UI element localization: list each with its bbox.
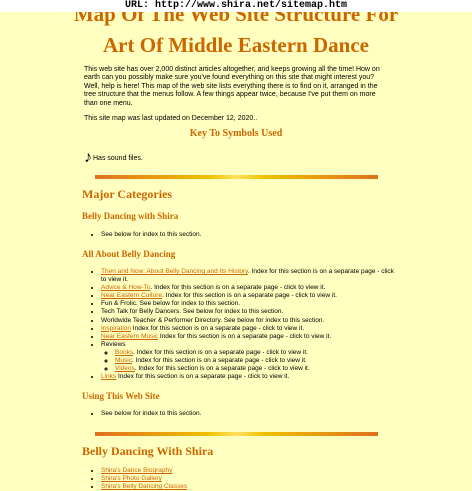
links-link[interactable]: Links (101, 373, 116, 380)
belly-dancing-shira-list: Shira's Dance Biography Shira's Photo Ga… (82, 467, 401, 491)
culture-link[interactable]: Near Eastern Culture (101, 292, 162, 299)
list-item: Near Eastern Music Index for this sectio… (101, 333, 401, 341)
list-item: Reviews Books. Index for this section is… (101, 341, 401, 373)
classes-link[interactable]: Shira's Belly Dancing Classes (101, 483, 187, 490)
reviews-label: Reviews (101, 340, 126, 348)
list-item: Then and Now: About Belly Dancing and It… (101, 268, 401, 284)
list-item: See below for index to this section. (101, 231, 401, 239)
music-note-icon: ♪ (84, 149, 92, 166)
belly-shira-list: See below for index to this section. (82, 231, 401, 239)
list-item: See below for index to this section. (101, 410, 401, 418)
list-item: Inspiration Index for this section is on… (101, 325, 401, 333)
advice-link[interactable]: Advice & How-To (101, 284, 151, 291)
using-site-heading: Using This Web Site (82, 391, 160, 401)
using-site-list: See below for index to this section. (82, 410, 401, 418)
books-link[interactable]: Books (115, 349, 133, 356)
list-item-text: . Index for this section is on a separat… (131, 357, 307, 365)
intro-paragraph: This web site has over 2,000 distinct ar… (84, 66, 380, 107)
reviews-list: Books. Index for this section is on a se… (101, 349, 401, 373)
list-item: Near Eastern Culture. Index for this sec… (101, 292, 401, 300)
belly-shira-heading: Belly Dancing with Shira (82, 211, 179, 221)
list-item-text: Index for this section is on a separate … (131, 324, 305, 332)
major-categories-heading: Major Categories (82, 187, 173, 201)
music-reviews-link[interactable]: Music (115, 357, 132, 364)
list-item-text: . Index for this section is on a separat… (150, 284, 326, 292)
list-item-text: . Index for this section is on a separat… (162, 292, 337, 300)
about-belly-list: Then and Now: About Belly Dancing and It… (82, 268, 401, 381)
last-updated-text: This site map was last updated on Decemb… (84, 115, 258, 123)
list-item: Links Index for this section is on a sep… (101, 373, 401, 381)
url-caption: URL: http://www.shira.net/sitemap.htm (0, 0, 472, 12)
list-item: Shira's Belly Dancing Classes (101, 483, 401, 491)
list-item-text: Index for this section is on a separate … (158, 332, 332, 340)
biography-link[interactable]: Shira's Dance Biography (101, 467, 172, 474)
belly-dancing-shira-heading: Belly Dancing With Shira (82, 444, 214, 458)
list-item: Books. Index for this section is on a se… (115, 349, 401, 357)
list-item: Videos. Index for this section is on a s… (115, 365, 401, 373)
list-item-text: . Index for this section is on a separat… (134, 365, 310, 373)
list-item: Music. Index for this section is on a se… (115, 357, 401, 365)
divider (95, 432, 378, 436)
list-item: Tech Talk for Belly Dancers. See below f… (101, 308, 401, 316)
list-item: Advice & How-To. Index for this section … (101, 284, 401, 292)
list-item: Shira's Photo Gallery (101, 475, 401, 483)
key-heading: Key To Symbols Used (189, 128, 283, 139)
list-item-text: . Index for this section is on a separat… (133, 348, 308, 356)
list-item: Worldwide Teacher & Performer Directory.… (101, 317, 401, 325)
sound-files-note: ♪Has sound files. (84, 150, 143, 166)
videos-link[interactable]: Videos (115, 365, 135, 372)
divider (95, 175, 378, 179)
list-item-text: Index for this section is on a separate … (116, 373, 290, 381)
intro-text: This web site has over 2,000 distinct ar… (84, 66, 390, 130)
photo-gallery-link[interactable]: Shira's Photo Gallery (101, 475, 162, 482)
history-link[interactable]: Then and Now: About Belly Dancing and It… (101, 268, 248, 275)
inspiration-link[interactable]: Inspiration (101, 325, 131, 332)
page-title-line2: Art Of Middle Eastern Dance (103, 33, 369, 57)
list-item: Shira's Dance Biography (101, 467, 401, 475)
list-item: Fun & Frolic. See below for index to thi… (101, 300, 401, 308)
sound-note-text: Has sound files. (93, 155, 143, 162)
music-link[interactable]: Near Eastern Music (101, 333, 158, 340)
about-belly-heading: All About Belly Dancing (82, 249, 176, 259)
